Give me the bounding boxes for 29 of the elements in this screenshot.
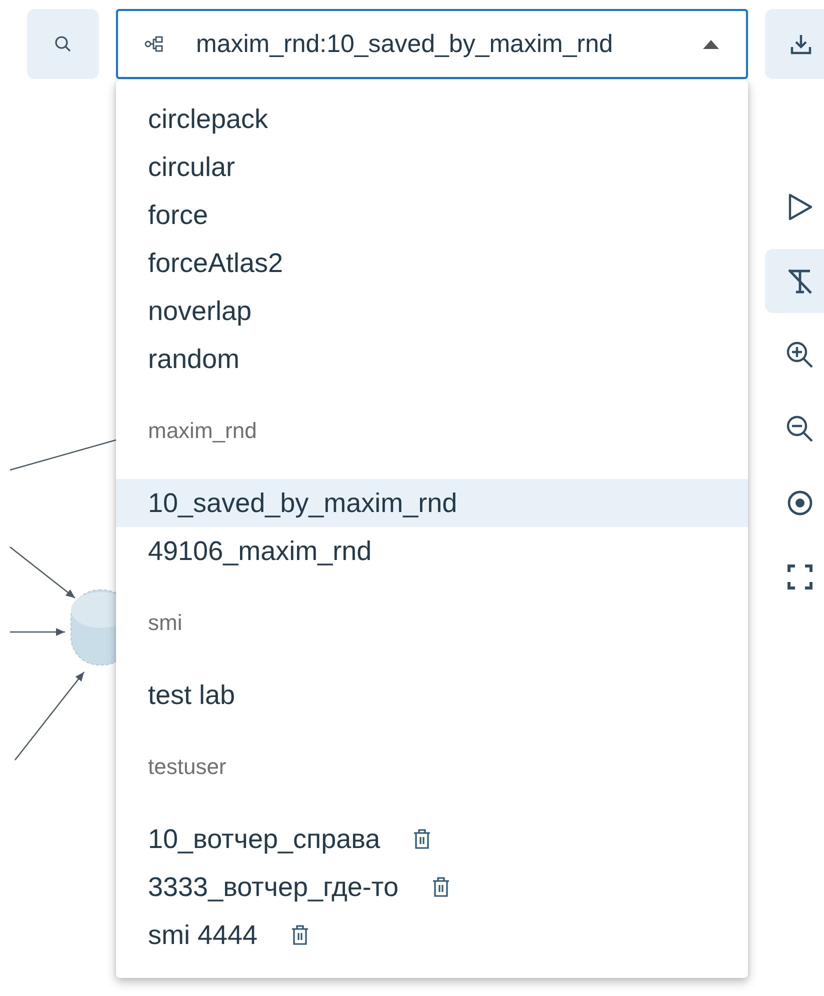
download-button[interactable]: [765, 9, 824, 79]
menu-item[interactable]: circular: [116, 143, 748, 191]
trash-icon[interactable]: [430, 876, 451, 898]
target-icon: [785, 488, 815, 518]
menu-item[interactable]: 49106_maxim_rnd: [116, 527, 748, 575]
menu-item[interactable]: noverlap: [116, 287, 748, 335]
menu-item[interactable]: 10_saved_by_maxim_rnd: [116, 479, 748, 527]
zoom-in-icon: [785, 340, 815, 370]
group-header: smi: [147, 609, 184, 637]
menu-item[interactable]: forceAtlas2: [116, 239, 748, 287]
text-off-button[interactable]: [765, 249, 824, 313]
menu-item[interactable]: smi 4444: [116, 911, 748, 959]
layout-select[interactable]: maxim_rnd:10_saved_by_maxim_rnd: [116, 9, 748, 79]
menu-item[interactable]: 3333_вотчер_где-то: [116, 863, 748, 911]
menu-item[interactable]: random: [116, 335, 748, 383]
menu-item[interactable]: test lab: [116, 671, 748, 719]
download-icon: [789, 32, 813, 56]
zoom-out-icon: [785, 414, 815, 444]
menu-item[interactable]: circlepack: [116, 95, 748, 143]
trash-icon[interactable]: [412, 828, 432, 850]
menu-item[interactable]: 10_вотчер_справа: [116, 815, 748, 863]
fullscreen-icon: [785, 562, 815, 592]
menu-item[interactable]: force: [116, 191, 748, 239]
group-header: maxim_rnd: [147, 417, 258, 445]
search-icon: [54, 35, 72, 53]
group-header: testuser: [147, 753, 228, 781]
caret-icon: [702, 39, 720, 49]
trash-icon[interactable]: [290, 924, 310, 946]
select-value: maxim_rnd:10_saved_by_maxim_rnd: [196, 30, 614, 58]
